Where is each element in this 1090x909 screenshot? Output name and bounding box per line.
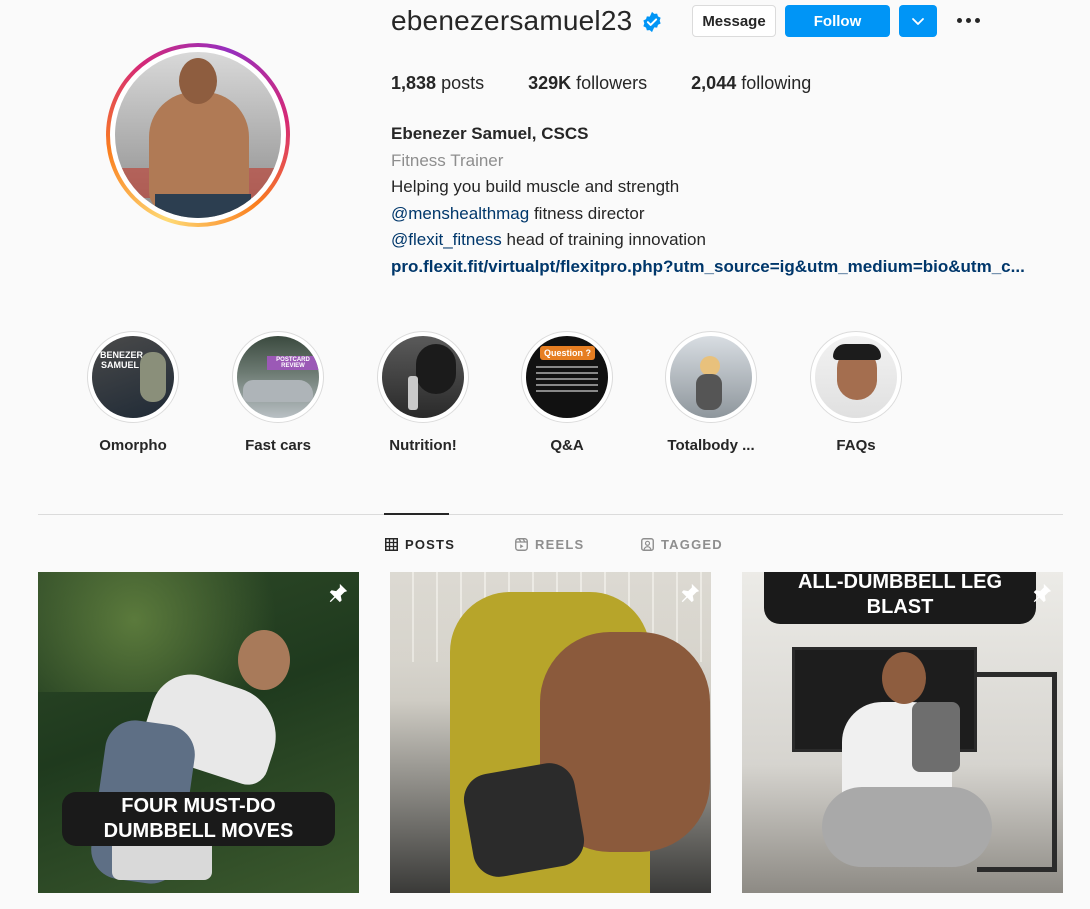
highlight-thumbnail	[815, 336, 897, 418]
suggested-dropdown-button[interactable]	[899, 5, 937, 37]
highlight-label: FAQs	[836, 437, 876, 454]
message-button[interactable]: Message	[692, 5, 776, 37]
more-options-icon[interactable]	[954, 8, 982, 32]
post-caption: ALL-DUMBBELL LEG BLAST	[764, 572, 1036, 624]
post-tile[interactable]	[390, 572, 711, 893]
bio-text: head of training innovation	[501, 230, 706, 249]
post-caption: FOUR MUST-DO DUMBBELL MOVES	[62, 792, 335, 846]
tab-reels[interactable]: REELS	[515, 537, 584, 552]
profile-stats: 1,838 posts 329K followers 2,044 followi…	[391, 73, 855, 94]
highlight-thumbnail: Question ?	[526, 336, 608, 418]
highlight-label: Omorpho	[99, 437, 167, 454]
highlight-label: Q&A	[550, 437, 584, 454]
highlight-faqs[interactable]: FAQs	[801, 331, 911, 454]
highlight-thumbnail	[670, 336, 752, 418]
section-divider	[38, 514, 1063, 515]
bio-mention-menshealthmag[interactable]: @menshealthmag	[391, 204, 529, 223]
grid-icon	[385, 538, 398, 551]
highlight-label: Fast cars	[245, 437, 311, 454]
profile-username: ebenezersamuel23	[391, 5, 633, 36]
follow-button[interactable]: Follow	[785, 5, 890, 37]
profile-bio: Ebenezer Samuel, CSCS Fitness Trainer He…	[391, 121, 1025, 280]
bio-mention-flexit-fitness[interactable]: @flexit_fitness	[391, 230, 502, 249]
highlight-qa[interactable]: Question ? Q&A	[512, 331, 622, 454]
highlight-omorpho[interactable]: BENEZER SAMUEL Omorpho	[78, 331, 188, 454]
highlight-thumbnail: BENEZER SAMUEL	[92, 336, 174, 418]
active-tab-indicator	[384, 513, 449, 515]
bio-text: fitness director	[529, 203, 645, 223]
highlight-label: Totalbody ...	[667, 437, 755, 454]
highlight-thumbnail: POSTCARD REVIEW	[237, 336, 319, 418]
avatar-image	[115, 52, 281, 218]
profile-avatar[interactable]	[106, 43, 290, 227]
pinned-icon	[329, 583, 348, 603]
following-count[interactable]: 2,044 following	[691, 73, 811, 94]
highlight-fast-cars[interactable]: POSTCARD REVIEW Fast cars	[223, 331, 333, 454]
tab-posts[interactable]: POSTS	[385, 537, 455, 552]
bio-name: Ebenezer Samuel, CSCS	[391, 124, 589, 143]
pinned-icon	[681, 583, 700, 603]
followers-count[interactable]: 329K followers	[528, 73, 647, 94]
highlight-nutrition[interactable]: Nutrition!	[368, 331, 478, 454]
bio-link[interactable]: pro.flexit.fit/virtualpt/flexitpro.php?u…	[391, 254, 1025, 281]
highlight-label: Nutrition!	[389, 437, 457, 454]
post-tile[interactable]: ALL-DUMBBELL LEG BLAST	[742, 572, 1063, 893]
bio-line: Helping you build muscle and strength	[391, 177, 680, 196]
bio-category: Fitness Trainer	[391, 150, 504, 170]
tagged-icon	[641, 538, 654, 551]
highlight-thumbnail	[382, 336, 464, 418]
verified-badge-icon	[643, 11, 661, 33]
pinned-icon	[1033, 583, 1052, 603]
posts-count: 1,838 posts	[391, 73, 485, 93]
post-tile[interactable]: FOUR MUST-DO DUMBBELL MOVES	[38, 572, 359, 893]
highlight-totalbody[interactable]: Totalbody ...	[656, 331, 766, 454]
tab-tagged[interactable]: TAGGED	[641, 537, 723, 552]
reels-icon	[515, 538, 528, 551]
chevron-down-icon	[912, 18, 924, 25]
